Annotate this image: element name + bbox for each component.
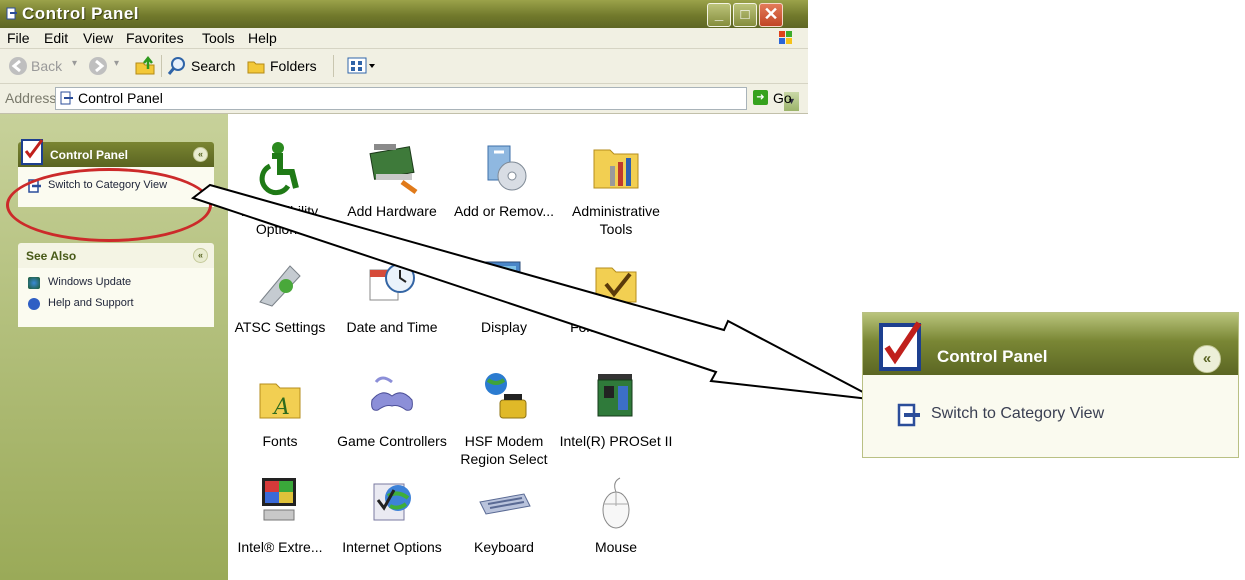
zoom-header: Control Panel « (863, 313, 1238, 375)
zoom-switch-view-icon (897, 403, 921, 432)
zoom-checklist-icon (875, 317, 933, 380)
zoom-collapse-chevron-icon: « (1193, 345, 1221, 373)
zoom-switch-to-category-view-link: Switch to Category View (931, 405, 1105, 422)
callout-arrow (190, 183, 879, 401)
zoom-inset: Control Panel « Switch to Category View (862, 312, 1239, 458)
zoom-title: Control Panel (937, 347, 1048, 366)
